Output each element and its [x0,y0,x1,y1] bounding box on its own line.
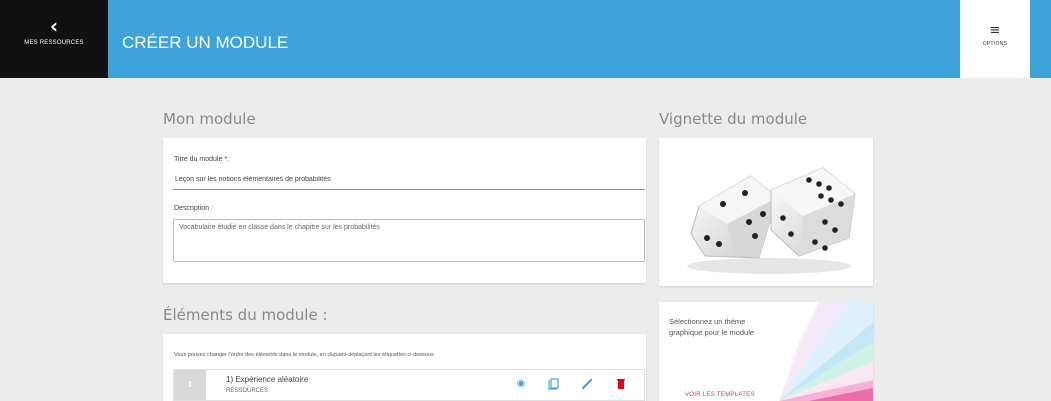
elements-card: Vous pouvez changer l'ordre des éléments… [163,334,646,401]
copy-icon[interactable] [547,377,561,391]
trash-icon[interactable] [614,377,628,391]
description-label: Description : [174,205,213,212]
title-label: Titre du module *: [174,156,229,163]
module-card: Titre du module *: Description : Vocabul… [163,138,646,283]
element-item[interactable]: ⇕ 1) Expérience aléatoire RESSOURCES ◉ [173,369,645,401]
page-title: CRÉER UN MODULE [122,33,289,52]
target-icon[interactable]: ◉ [514,377,528,391]
elements-hint: Vous pouvez changer l'ordre des éléments… [174,352,434,358]
theme-prompt: Sélectionnez un thème graphique pour le … [669,317,755,337]
module-section-title: Mon module [163,110,256,128]
options-button[interactable]: ≡ OPTIONS [960,0,1030,78]
back-label: MES RESSOURCES [24,40,84,46]
dice-image [687,167,856,274]
chevron-left-icon: ‹ [49,14,59,38]
element-type: RESSOURCES [226,388,269,394]
drag-handle[interactable]: ⇕ [174,370,206,400]
elements-section-title: Éléments du module : [163,306,328,324]
thumbnail-section-title: Vignette du module [659,110,808,128]
pencil-icon[interactable] [580,377,594,391]
module-description-field[interactable]: Vocabulaire étudié en classe dans le cha… [173,219,645,262]
element-title: 1) Expérience aléatoire [226,375,309,384]
menu-icon: ≡ [989,23,1001,38]
theme-card: Sélectionnez un thème graphique pour le … [659,302,873,401]
module-title-input[interactable] [173,170,645,190]
options-label: OPTIONS [982,41,1008,47]
view-templates-link[interactable]: VOIR LES TEMPLATES [685,392,755,398]
back-button[interactable]: ‹ MES RESSOURCES [0,0,108,78]
thumbnail-card[interactable] [659,138,873,286]
